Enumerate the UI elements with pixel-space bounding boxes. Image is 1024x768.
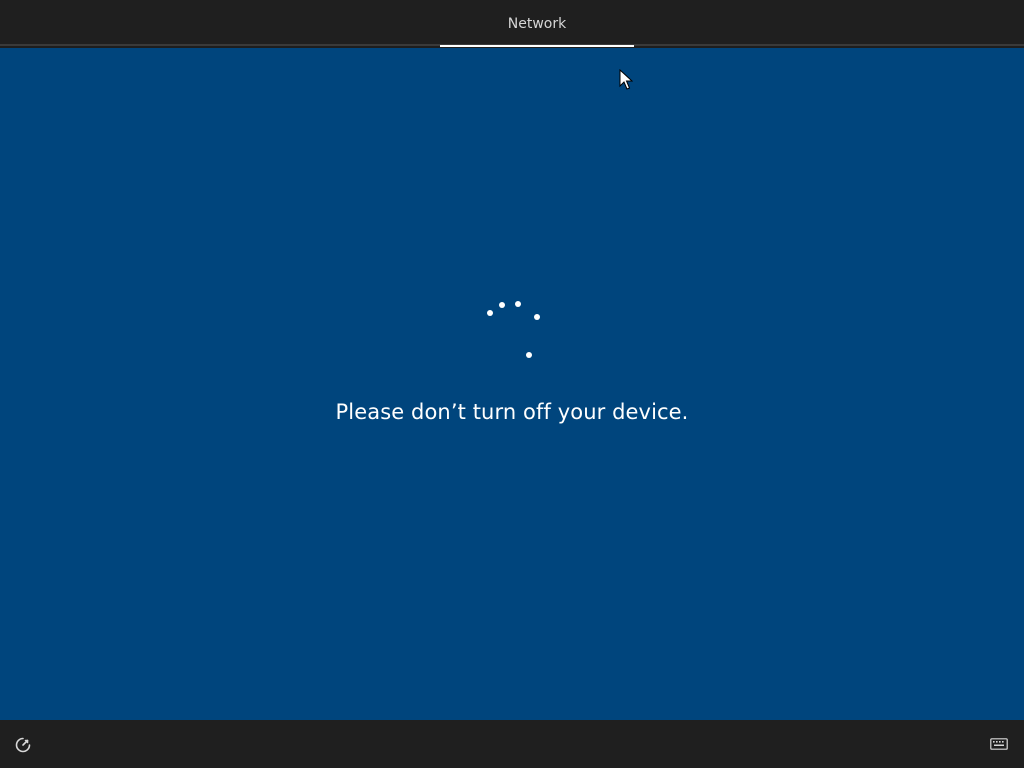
tab-network: Network: [507, 16, 567, 32]
spinner-dot: [534, 314, 540, 320]
spinner-dot: [499, 302, 505, 308]
spinner-dot: [526, 352, 532, 358]
spinner-dot: [515, 301, 521, 307]
main-content: Please don’t turn off your device.: [0, 48, 1024, 720]
bottom-bar: [0, 720, 1024, 768]
active-tab-indicator: [440, 45, 634, 47]
loading-spinner: [480, 298, 550, 368]
page-message: Please don’t turn off your device.: [335, 400, 689, 424]
keyboard-icon[interactable]: [990, 738, 1008, 750]
ease-of-access-icon[interactable]: [14, 736, 32, 754]
spinner-dot: [487, 310, 493, 316]
